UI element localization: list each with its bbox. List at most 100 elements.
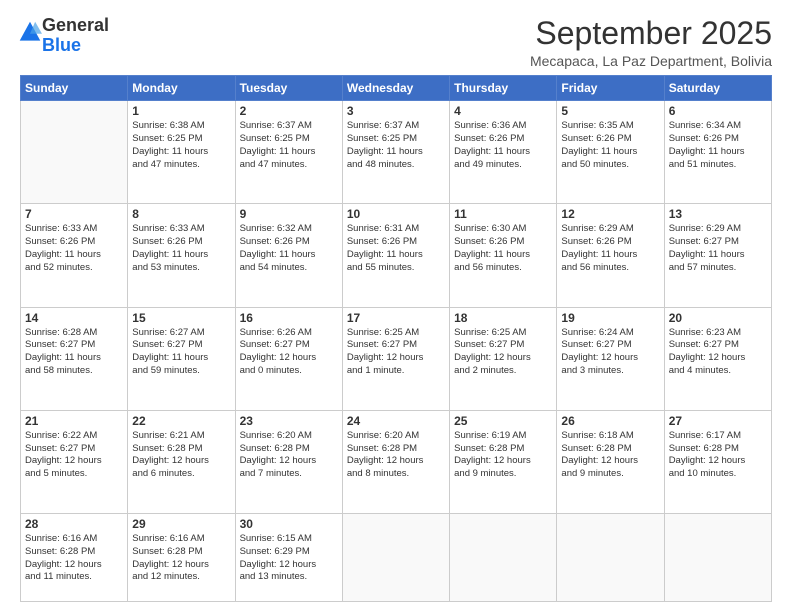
- day-number: 16: [240, 311, 338, 325]
- calendar-header-row: SundayMondayTuesdayWednesdayThursdayFrid…: [21, 76, 772, 101]
- day-sun-info: Sunrise: 6:37 AMSunset: 6:25 PMDaylight:…: [240, 120, 338, 171]
- day-sun-info: Sunrise: 6:19 AMSunset: 6:28 PMDaylight:…: [454, 430, 552, 481]
- calendar-day-cell: 2 Sunrise: 6:37 AMSunset: 6:25 PMDaylight…: [235, 101, 342, 204]
- calendar-day-cell: 4 Sunrise: 6:36 AMSunset: 6:26 PMDaylight…: [450, 101, 557, 204]
- calendar-day-cell: 29Sunrise: 6:16 AMSunset: 6:28 PMDayligh…: [128, 514, 235, 602]
- calendar-day-cell: 11Sunrise: 6:30 AMSunset: 6:26 PMDayligh…: [450, 204, 557, 307]
- day-number: 3: [347, 104, 445, 118]
- calendar-day-cell: 21 Sunrise: 6:22 AMSunset: 6:27 PMDayligh…: [21, 410, 128, 513]
- day-number: 25: [454, 414, 552, 428]
- day-sun-info: Sunrise: 6:17 AMSunset: 6:28 PMDaylight:…: [669, 430, 767, 481]
- day-sun-info: Sunrise: 6:35 AMSunset: 6:26 PMDaylight:…: [561, 120, 659, 171]
- calendar-day-cell: 22Sunrise: 6:21 AMSunset: 6:28 PMDayligh…: [128, 410, 235, 513]
- day-number: 8: [132, 207, 230, 221]
- day-sun-info: Sunrise: 6:21 AMSunset: 6:28 PMDaylight:…: [132, 430, 230, 481]
- calendar-day-cell: 14 Sunrise: 6:28 AMSunset: 6:27 PMDayligh…: [21, 307, 128, 410]
- day-sun-info: Sunrise: 6:22 AMSunset: 6:27 PMDaylight:…: [25, 430, 123, 481]
- day-number: 14: [25, 311, 123, 325]
- day-sun-info: Sunrise: 6:38 AMSunset: 6:25 PMDaylight:…: [132, 120, 230, 171]
- calendar-day-cell: 28Sunrise: 6:16 AMSunset: 6:28 PMDayligh…: [21, 514, 128, 602]
- calendar-day-cell: 20Sunrise: 6:23 AMSunset: 6:27 PMDayligh…: [664, 307, 771, 410]
- calendar-day-cell: 7Sunrise: 6:33 AMSunset: 6:26 PMDaylight…: [21, 204, 128, 307]
- day-sun-info: Sunrise: 6:37 AMSunset: 6:25 PMDaylight:…: [347, 120, 445, 171]
- calendar-week-row: 1 Sunrise: 6:38 AMSunset: 6:25 PMDaylight…: [21, 101, 772, 204]
- calendar-table: SundayMondayTuesdayWednesdayThursdayFrid…: [20, 75, 772, 602]
- calendar-week-row: 7Sunrise: 6:33 AMSunset: 6:26 PMDaylight…: [21, 204, 772, 307]
- day-sun-info: Sunrise: 6:23 AMSunset: 6:27 PMDaylight:…: [669, 327, 767, 378]
- calendar-day-cell: 18 Sunrise: 6:25 AMSunset: 6:27 PMDayligh…: [450, 307, 557, 410]
- logo: General Blue: [20, 16, 109, 56]
- calendar-day-cell: 19Sunrise: 6:24 AMSunset: 6:27 PMDayligh…: [557, 307, 664, 410]
- day-sun-info: Sunrise: 6:20 AMSunset: 6:28 PMDaylight:…: [240, 430, 338, 481]
- calendar-day-cell: [342, 514, 449, 602]
- day-sun-info: Sunrise: 6:25 AMSunset: 6:27 PMDaylight:…: [454, 327, 552, 378]
- calendar-day-cell: 10 Sunrise: 6:31 AMSunset: 6:26 PMDayligh…: [342, 204, 449, 307]
- day-of-week-header: Saturday: [664, 76, 771, 101]
- calendar-day-cell: 3 Sunrise: 6:37 AMSunset: 6:25 PMDaylight…: [342, 101, 449, 204]
- day-number: 5: [561, 104, 659, 118]
- day-number: 21: [25, 414, 123, 428]
- day-number: 15: [132, 311, 230, 325]
- day-sun-info: Sunrise: 6:20 AMSunset: 6:28 PMDaylight:…: [347, 430, 445, 481]
- calendar-day-cell: 26Sunrise: 6:18 AMSunset: 6:28 PMDayligh…: [557, 410, 664, 513]
- day-of-week-header: Tuesday: [235, 76, 342, 101]
- calendar-title: September 2025: [530, 16, 772, 51]
- day-sun-info: Sunrise: 6:27 AMSunset: 6:27 PMDaylight:…: [132, 327, 230, 378]
- day-number: 13: [669, 207, 767, 221]
- calendar-day-cell: [557, 514, 664, 602]
- logo-general-text: General: [42, 16, 109, 36]
- day-number: 29: [132, 517, 230, 531]
- day-of-week-header: Friday: [557, 76, 664, 101]
- day-sun-info: Sunrise: 6:15 AMSunset: 6:29 PMDaylight:…: [240, 533, 338, 584]
- day-of-week-header: Sunday: [21, 76, 128, 101]
- day-number: 4: [454, 104, 552, 118]
- calendar-day-cell: 27Sunrise: 6:17 AMSunset: 6:28 PMDayligh…: [664, 410, 771, 513]
- header: General Blue September 2025 Mecapaca, La…: [20, 16, 772, 69]
- day-number: 12: [561, 207, 659, 221]
- logo-blue-text: Blue: [42, 36, 109, 56]
- day-of-week-header: Wednesday: [342, 76, 449, 101]
- day-number: 1: [132, 104, 230, 118]
- day-of-week-header: Thursday: [450, 76, 557, 101]
- calendar-day-cell: [450, 514, 557, 602]
- calendar-day-cell: 5 Sunrise: 6:35 AMSunset: 6:26 PMDaylight…: [557, 101, 664, 204]
- day-sun-info: Sunrise: 6:28 AMSunset: 6:27 PMDaylight:…: [25, 327, 123, 378]
- day-sun-info: Sunrise: 6:16 AMSunset: 6:28 PMDaylight:…: [25, 533, 123, 584]
- day-number: 6: [669, 104, 767, 118]
- calendar-day-cell: 23 Sunrise: 6:20 AMSunset: 6:28 PMDayligh…: [235, 410, 342, 513]
- title-block: September 2025 Mecapaca, La Paz Departme…: [530, 16, 772, 69]
- calendar-day-cell: 6 Sunrise: 6:34 AMSunset: 6:26 PMDaylight…: [664, 101, 771, 204]
- calendar-day-cell: 30 Sunrise: 6:15 AMSunset: 6:29 PMDayligh…: [235, 514, 342, 602]
- calendar-day-cell: 15 Sunrise: 6:27 AMSunset: 6:27 PMDayligh…: [128, 307, 235, 410]
- calendar-day-cell: [21, 101, 128, 204]
- day-sun-info: Sunrise: 6:34 AMSunset: 6:26 PMDaylight:…: [669, 120, 767, 171]
- calendar-week-row: 28Sunrise: 6:16 AMSunset: 6:28 PMDayligh…: [21, 514, 772, 602]
- calendar-day-cell: [664, 514, 771, 602]
- day-sun-info: Sunrise: 6:31 AMSunset: 6:26 PMDaylight:…: [347, 223, 445, 274]
- day-number: 10: [347, 207, 445, 221]
- day-sun-info: Sunrise: 6:24 AMSunset: 6:27 PMDaylight:…: [561, 327, 659, 378]
- day-number: 23: [240, 414, 338, 428]
- calendar-day-cell: 25 Sunrise: 6:19 AMSunset: 6:28 PMDayligh…: [450, 410, 557, 513]
- calendar-day-cell: 1 Sunrise: 6:38 AMSunset: 6:25 PMDaylight…: [128, 101, 235, 204]
- calendar-day-cell: 12 Sunrise: 6:29 AMSunset: 6:26 PMDayligh…: [557, 204, 664, 307]
- day-number: 30: [240, 517, 338, 531]
- calendar-day-cell: 8 Sunrise: 6:33 AMSunset: 6:26 PMDaylight…: [128, 204, 235, 307]
- day-sun-info: Sunrise: 6:29 AMSunset: 6:26 PMDaylight:…: [561, 223, 659, 274]
- calendar-location: Mecapaca, La Paz Department, Bolivia: [530, 53, 772, 69]
- day-number: 18: [454, 311, 552, 325]
- calendar-day-cell: 24 Sunrise: 6:20 AMSunset: 6:28 PMDayligh…: [342, 410, 449, 513]
- calendar-day-cell: 16 Sunrise: 6:26 AMSunset: 6:27 PMDayligh…: [235, 307, 342, 410]
- day-sun-info: Sunrise: 6:26 AMSunset: 6:27 PMDaylight:…: [240, 327, 338, 378]
- calendar-day-cell: 17Sunrise: 6:25 AMSunset: 6:27 PMDayligh…: [342, 307, 449, 410]
- day-number: 24: [347, 414, 445, 428]
- calendar-week-row: 14 Sunrise: 6:28 AMSunset: 6:27 PMDayligh…: [21, 307, 772, 410]
- day-number: 2: [240, 104, 338, 118]
- logo-icon: [18, 20, 42, 44]
- day-number: 26: [561, 414, 659, 428]
- day-sun-info: Sunrise: 6:30 AMSunset: 6:26 PMDaylight:…: [454, 223, 552, 274]
- day-number: 9: [240, 207, 338, 221]
- day-sun-info: Sunrise: 6:32 AMSunset: 6:26 PMDaylight:…: [240, 223, 338, 274]
- day-sun-info: Sunrise: 6:36 AMSunset: 6:26 PMDaylight:…: [454, 120, 552, 171]
- day-sun-info: Sunrise: 6:33 AMSunset: 6:26 PMDaylight:…: [132, 223, 230, 274]
